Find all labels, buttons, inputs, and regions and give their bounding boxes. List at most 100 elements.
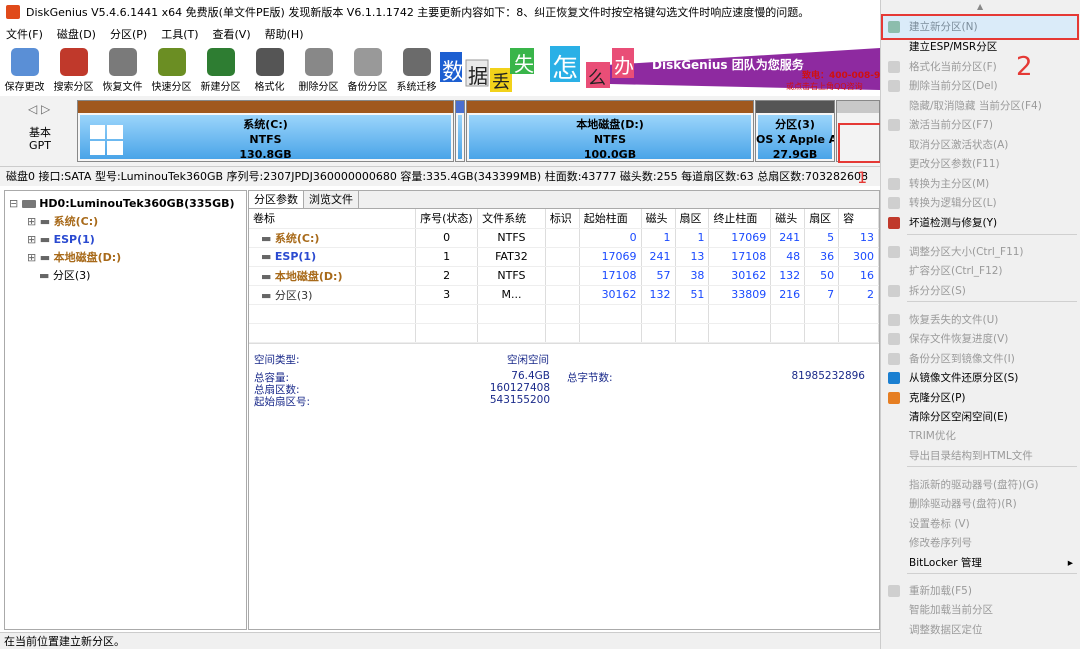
menu-tools[interactable]: 工具(T) — [161, 26, 198, 42]
table-cell: 36 — [804, 247, 840, 267]
menu-item[interactable]: 修改卷序列号 — [881, 534, 1080, 553]
toolbar-button[interactable]: 快速分区 — [147, 44, 196, 94]
menu-item[interactable]: 隐藏/取消隐藏 当前分区(F4) — [881, 97, 1080, 116]
menu-item[interactable]: 从镜像文件还原分区(S) — [881, 369, 1080, 388]
start-sector-value: 543155200 — [489, 394, 550, 406]
menu-item[interactable]: 恢复丢失的文件(U) — [881, 311, 1080, 330]
tree-item-c[interactable]: ⊞ ▬ 系统(C:) — [9, 213, 242, 231]
menu-item[interactable]: 智能加载当前分区 — [881, 601, 1080, 620]
menu-item[interactable]: 激活当前分区(F7) — [881, 116, 1080, 135]
column-header[interactable]: 文件系统 — [477, 209, 546, 229]
menu-item-label: TRIM优化 — [909, 430, 956, 442]
toolbar-label: 快速分区 — [151, 82, 192, 93]
menu-item[interactable]: 建立ESP/MSR分区 — [881, 38, 1080, 57]
menu-file[interactable]: 文件(F) — [6, 26, 43, 42]
toolbar-button[interactable]: 格式化 — [245, 44, 294, 94]
menu-help[interactable]: 帮助(H) — [265, 26, 304, 42]
menu-item[interactable]: 更改分区参数(F11) — [881, 155, 1080, 174]
column-header[interactable]: 标识 — [545, 209, 580, 229]
menu-item[interactable]: 清除分区空闲空间(E) — [881, 408, 1080, 427]
nav-arrows-icon[interactable]: ◁ ▷ — [28, 102, 50, 116]
menu-item[interactable]: 导出目录结构到HTML文件 — [881, 447, 1080, 466]
toolbar-button[interactable]: 系统迁移 — [392, 44, 441, 94]
menu-item[interactable]: 指派新的驱动器号(盘符)(G) — [881, 476, 1080, 495]
toolbar-icon — [402, 48, 431, 76]
toolbar-button[interactable]: 保存更改 — [0, 44, 49, 94]
menu-item[interactable]: 删除驱动器号(盘符)(R) — [881, 495, 1080, 514]
table-cell: M... — [477, 285, 546, 305]
table-row[interactable]: ▬ ESP(1) 1 FAT32 17069 241 13 17108 48 36 300 — [249, 247, 879, 267]
tree-root-label: HD0:LuminouTek360GB(335GB) — [39, 197, 235, 210]
toolbar-button[interactable]: 恢复文件 — [98, 44, 147, 94]
banner-qq: 或点击右上角QQ咨询 — [786, 82, 863, 91]
submenu-arrow-icon: ▸ — [1067, 557, 1073, 569]
column-header[interactable]: 扇区 — [804, 209, 840, 229]
menu-item[interactable]: 拆分分区(S) — [881, 282, 1080, 301]
tree-item-d[interactable]: ⊞ ▬ 本地磁盘(D:) — [9, 249, 242, 267]
menu-item[interactable]: 保存文件恢复进度(V) — [881, 330, 1080, 349]
menu-disk[interactable]: 磁盘(D) — [57, 26, 96, 42]
scroll-up-icon[interactable]: ▲ — [977, 2, 983, 11]
hdd-icon — [21, 200, 36, 208]
column-header[interactable]: 磁头 — [770, 209, 806, 229]
menu-item[interactable]: 扩容分区(Ctrl_F12) — [881, 262, 1080, 281]
toolbar-button[interactable]: 搜索分区 — [49, 44, 98, 94]
free-space-block[interactable] — [836, 100, 882, 163]
tree-item-3[interactable]: ▬ 分区(3) — [9, 267, 242, 285]
menu-item-label: 取消分区激活状态(A) — [909, 139, 1009, 151]
menu-item[interactable]: 设置卷标 (V) — [881, 515, 1080, 534]
toolbar-button[interactable]: 新建分区 — [196, 44, 245, 94]
menu-item[interactable]: 调整分区大小(Ctrl_F11) — [881, 243, 1080, 262]
menu-view[interactable]: 查看(V) — [213, 26, 251, 42]
menu-item[interactable]: 调整数据区定位 — [881, 621, 1080, 640]
annotation-one: 1 — [857, 168, 868, 187]
tree-root-disk[interactable]: ⊟ HD0:LuminouTek360GB(335GB) — [9, 195, 242, 213]
tab-partition-params[interactable]: 分区参数 — [249, 191, 304, 208]
banner-slogan: DiskGenius 团队为您服务 — [652, 58, 804, 72]
menu-item[interactable]: 备份分区到镜像文件(I) — [881, 350, 1080, 369]
column-header[interactable]: 卷标 — [249, 209, 417, 229]
toolbar-label: 搜索分区 — [53, 82, 94, 93]
partition-block-esp[interactable] — [455, 100, 465, 162]
toolbar-button[interactable]: 删除分区 — [294, 44, 343, 94]
menu-item[interactable]: BitLocker 管理 ▸ — [881, 554, 1080, 573]
column-header[interactable]: 容 — [838, 209, 879, 229]
menu-item-label: 转换为主分区(M) — [909, 178, 990, 190]
column-header[interactable]: 扇区 — [675, 209, 710, 229]
table-cell: 30162 — [708, 266, 772, 286]
partition-block-c[interactable]: 系统(C:) NTFS 130.8GB — [77, 100, 454, 162]
column-header[interactable]: 终止柱面 — [708, 209, 772, 229]
table-cell: 17069 — [579, 247, 642, 267]
ad-banner[interactable]: 数 据 丢 失 怎 么 办 DiskGenius 团队为您服务 致电：400-0… — [440, 44, 880, 94]
table-row[interactable]: ▬ 本地磁盘(D:) 2 NTFS 17108 57 38 30162 132 50 16 — [249, 266, 879, 286]
menu-partition[interactable]: 分区(P) — [110, 26, 147, 42]
column-header[interactable]: 起始柱面 — [579, 209, 642, 229]
toolbar-button[interactable]: 备份分区 — [343, 44, 392, 94]
menu-item[interactable]: TRIM优化 — [881, 427, 1080, 446]
toolbar-label: 系统迁移 — [396, 82, 437, 93]
partition-block-3[interactable]: 分区(3) OS X Apple A 27.9GB — [755, 100, 835, 162]
menu-item[interactable]: 重新加载(F5) — [881, 582, 1080, 601]
table-row[interactable]: ▬ 系统(C:) 0 NTFS 0 1 1 17069 241 5 13 — [249, 228, 879, 248]
menu-item[interactable]: 克隆分区(P) — [881, 389, 1080, 408]
menu-separator — [907, 234, 1077, 235]
toolbar-label: 保存更改 — [4, 82, 45, 93]
menu-item[interactable]: 删除当前分区(Del) — [881, 77, 1080, 96]
table-cell — [545, 228, 580, 248]
partition-table: 卷标 序号(状态) 文件系统 标识 起始柱面 磁头 扇区 终止柱面 磁头 扇区容 ▬ 系统(C:)… — [249, 209, 879, 343]
partition-block-d[interactable]: 本地磁盘(D:) NTFS 100.0GB — [466, 100, 754, 162]
tree-item-esp[interactable]: ⊞ ▬ ESP(1) — [9, 231, 242, 249]
table-row[interactable]: ▬ 分区(3) 3 M... 30162 132 51 33809 216 7 2 — [249, 285, 879, 305]
menu-item[interactable]: 取消分区激活状态(A) — [881, 136, 1080, 155]
toolbar-icon — [10, 48, 39, 76]
menu-item-label: 清除分区空闲空间(E) — [909, 411, 1008, 423]
column-header[interactable]: 磁头 — [641, 209, 676, 229]
column-header[interactable]: 序号(状态) — [415, 209, 479, 229]
menu-item[interactable]: 建立新分区(N) — [881, 18, 1080, 37]
menu-item[interactable]: 格式化当前分区(F) — [881, 58, 1080, 77]
menu-item[interactable]: 转换为逻辑分区(L) — [881, 194, 1080, 213]
menu-item[interactable]: 转换为主分区(M) — [881, 175, 1080, 194]
menu-item[interactable]: 坏道检测与修复(Y) — [881, 214, 1080, 233]
menu-item-label: 修改卷序列号 — [909, 537, 972, 549]
tab-browse-files[interactable]: 浏览文件 — [304, 191, 359, 208]
